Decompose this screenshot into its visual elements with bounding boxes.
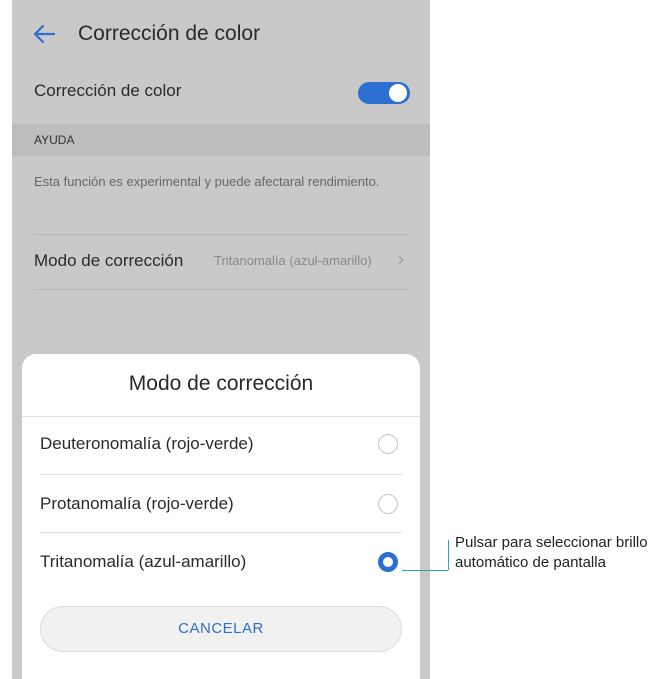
correction-mode-label: Modo de corrección: [34, 251, 184, 270]
phone-screen: Corrección de color Corrección de color …: [12, 0, 430, 679]
section-header-label: AYUDA: [34, 133, 75, 147]
callout-annotation: Pulsar para seleccionar brillo automátic…: [455, 534, 648, 571]
cancel-button[interactable]: CANCELAR: [40, 606, 402, 652]
radio-button[interactable]: [378, 494, 398, 514]
dialog-title: Modo de corrección: [128, 372, 314, 395]
option-label: Tritanomalía (azul-amarillo): [40, 552, 247, 571]
page-title: Corrección de color: [78, 22, 261, 45]
color-correction-toggle[interactable]: [358, 82, 410, 104]
arrow-left-icon[interactable]: [30, 22, 58, 46]
divider: [34, 289, 408, 290]
app-bar: Corrección de color: [12, 0, 430, 68]
option-tritanomalia[interactable]: Tritanomalía (azul-amarillo): [22, 532, 420, 592]
chevron-right-icon: ›: [398, 249, 404, 269]
section-header-ayuda: AYUDA: [12, 124, 430, 156]
color-correction-row[interactable]: Corrección de color: [12, 70, 430, 122]
radio-button-selected[interactable]: [378, 552, 398, 572]
option-label: Deuteronomalía (rojo-verde): [40, 434, 254, 453]
correction-mode-row[interactable]: Modo de corrección Tritanomalía (azul-am…: [12, 236, 430, 288]
help-text: Esta función es experimental y puede afe…: [34, 174, 380, 189]
option-protanomalia[interactable]: Protanomalía (rojo-verde): [22, 474, 420, 534]
correction-mode-value: Tritanomalía (azul-amarillo): [214, 253, 372, 268]
divider: [34, 234, 408, 235]
callout-leader-line: [402, 570, 448, 571]
radio-button[interactable]: [378, 434, 398, 454]
option-deuteronomalia[interactable]: Deuteronomalía (rojo-verde): [22, 414, 420, 474]
color-correction-label: Corrección de color: [34, 81, 182, 100]
callout-leader-line: [448, 540, 449, 570]
correction-mode-dialog: Modo de corrección Deuteronomalía (rojo-…: [22, 354, 420, 679]
option-label: Protanomalía (rojo-verde): [40, 494, 234, 513]
toggle-knob: [389, 84, 407, 102]
